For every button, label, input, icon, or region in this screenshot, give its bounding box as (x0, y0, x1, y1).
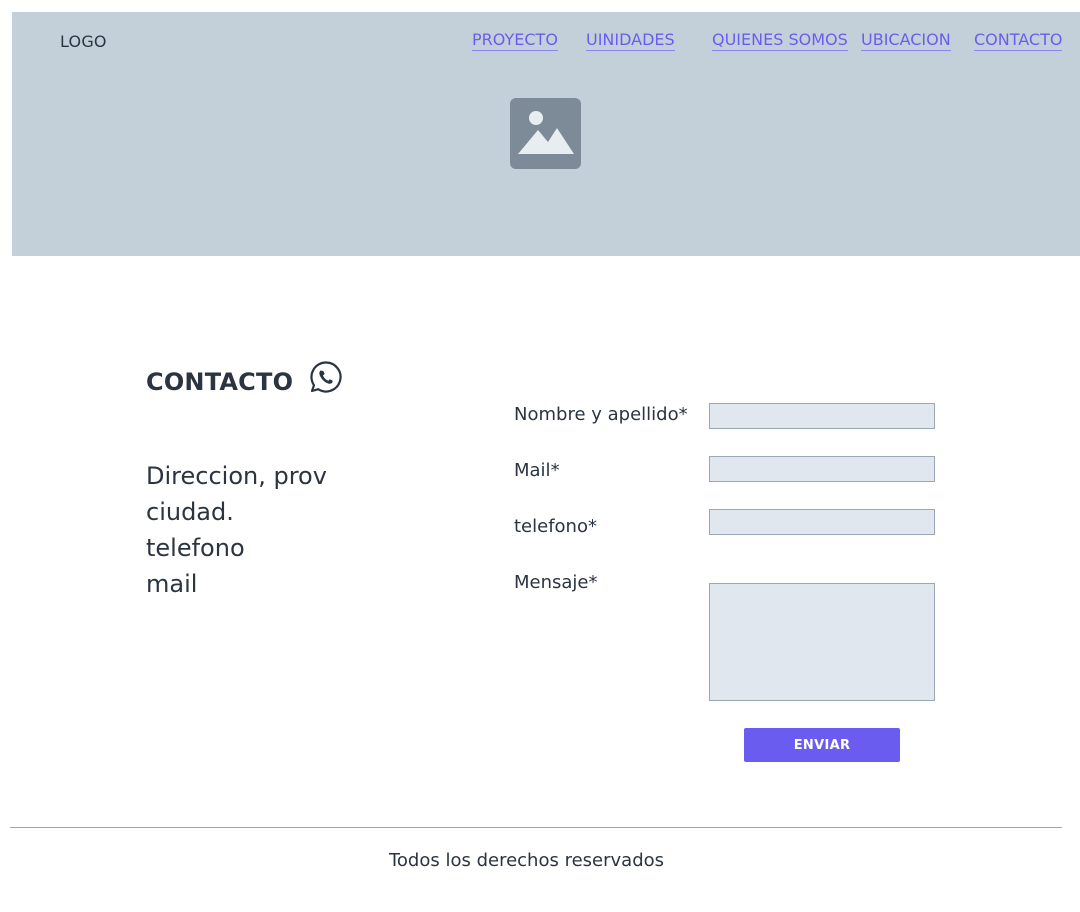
address-line: ciudad. (146, 498, 234, 526)
message-label: Mensaje* (514, 572, 598, 593)
name-input[interactable] (709, 403, 935, 429)
contact-page: LOGO PROYECTO UINIDADES QUIENES SOMOS UB… (0, 0, 1080, 912)
footer-divider (10, 827, 1062, 828)
nav-link-unidades[interactable]: UINIDADES (586, 30, 675, 51)
phone-input[interactable] (709, 509, 935, 535)
footer-copyright: Todos los derechos reservados (388, 850, 665, 871)
nav-link-quienes-somos[interactable]: QUIENES SOMOS (712, 30, 848, 51)
whatsapp-icon[interactable] (309, 360, 343, 394)
address-line: telefono (146, 534, 245, 562)
contact-title: CONTACTO (146, 368, 294, 396)
phone-label: telefono* (514, 516, 597, 537)
message-textarea[interactable] (709, 583, 935, 701)
name-label: Nombre y apellido* (514, 404, 688, 425)
nav-link-proyecto[interactable]: PROYECTO (472, 30, 558, 51)
address-line: mail (146, 570, 198, 598)
mail-label: Mail* (514, 460, 560, 481)
image-placeholder-icon (510, 98, 581, 169)
nav-link-ubicacion[interactable]: UBICACION (861, 30, 951, 51)
address-line: Direccion, prov (146, 462, 327, 490)
nav-link-contacto[interactable]: CONTACTO (974, 30, 1063, 51)
mail-input[interactable] (709, 456, 935, 482)
submit-button[interactable]: ENVIAR (744, 728, 900, 762)
logo[interactable]: LOGO (60, 32, 107, 51)
contact-address: Direccion, prov ciudad. telefono mail (146, 458, 327, 602)
